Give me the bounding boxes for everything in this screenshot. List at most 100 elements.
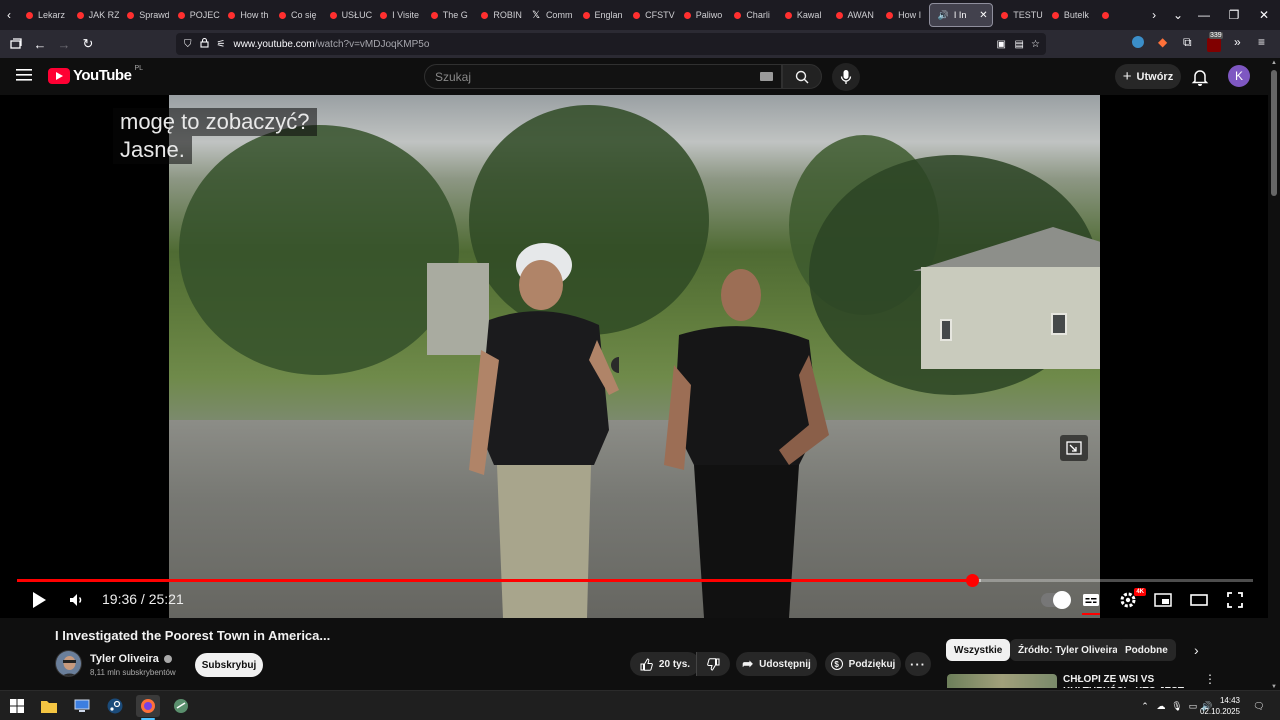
back-icon[interactable]: ← xyxy=(28,32,52,56)
scroll-up-icon[interactable]: ▲ xyxy=(1271,60,1277,66)
pip-page-icon[interactable]: ▣ xyxy=(997,39,1006,50)
minimize-icon[interactable]: — xyxy=(1188,0,1220,30)
thanks-button[interactable]: $ Podziękuj xyxy=(825,652,901,676)
speaker-icon[interactable]: 🔊 xyxy=(938,10,949,21)
system-clock[interactable]: 14:43 02.10.2025 xyxy=(1200,695,1240,717)
browser-tab[interactable]: Co się xyxy=(271,3,321,27)
page-scrollbar[interactable]: ▲ ▼ xyxy=(1268,58,1280,690)
notifications-tray-icon[interactable]: 🗨 xyxy=(1252,699,1266,713)
shield-icon[interactable]: ⛉ xyxy=(184,39,192,50)
extensions-puzzle-icon[interactable]: ⧉ xyxy=(1183,35,1192,50)
tab-active[interactable]: 🔊 I In ✕ xyxy=(928,3,993,27)
guide-menu-icon[interactable] xyxy=(16,68,32,87)
miniplayer-button[interactable] xyxy=(1152,587,1174,613)
keyboard-icon[interactable] xyxy=(760,72,773,81)
permissions-icon[interactable]: ⚟ xyxy=(217,39,226,50)
scrollbar-thumb[interactable] xyxy=(1271,70,1277,196)
hamburger-menu-icon[interactable]: ≡ xyxy=(1258,35,1265,49)
browser-tab[interactable]: Kawal xyxy=(777,3,827,27)
chip-all[interactable]: Wszystkie xyxy=(946,639,1011,661)
view-tabs-icon[interactable] xyxy=(4,32,28,56)
extension-shield-icon[interactable] xyxy=(1132,36,1144,48)
browser-tab[interactable]: CFSTV xyxy=(625,3,675,27)
tab-label: The G xyxy=(442,10,468,20)
youtube-logo[interactable]: YouTube PL xyxy=(48,65,143,84)
lock-icon[interactable] xyxy=(199,37,209,51)
extension-fox-icon[interactable]: ◆ xyxy=(1158,35,1167,49)
video-frame[interactable] xyxy=(169,95,1100,618)
search-button[interactable] xyxy=(782,64,822,89)
browser-tab[interactable]: 𝕏 Comm xyxy=(524,3,574,27)
reader-view-icon[interactable]: ▤ xyxy=(1015,39,1024,50)
url-text[interactable]: www.youtube.com/watch?v=vMDJoqKMP5o xyxy=(233,39,429,50)
share-button[interactable]: ➦ Udostępnij xyxy=(736,652,817,676)
recommendation-thumbnail[interactable] xyxy=(947,674,1057,688)
browser-tab[interactable]: Sprawd xyxy=(119,3,169,27)
onedrive-icon[interactable]: ☁ xyxy=(1154,699,1168,713)
browser-tab[interactable]: Paliwo xyxy=(676,3,726,27)
progress-bar[interactable] xyxy=(17,574,1253,587)
address-bar[interactable]: ⛉ ⚟ www.youtube.com/watch?v=vMDJoqKMP5o … xyxy=(176,33,1046,55)
like-button[interactable]: 20 tys. xyxy=(630,652,700,676)
overflow-menu-icon[interactable]: » xyxy=(1234,35,1241,49)
chip-source[interactable]: Źródło: Tyler Oliveira xyxy=(1010,639,1126,661)
tab-scroll-left-icon[interactable]: ‹ xyxy=(0,8,18,22)
tab-scroll-right-icon[interactable]: › xyxy=(1145,8,1163,22)
notifications-bell-icon[interactable] xyxy=(1190,67,1210,87)
firefox-icon[interactable] xyxy=(136,695,160,717)
ublock-extension-icon[interactable]: 339 xyxy=(1207,32,1223,52)
browser-tab[interactable]: Charli xyxy=(726,3,776,27)
fullscreen-button[interactable] xyxy=(1224,587,1246,613)
browser-tab[interactable]: JAK RZ xyxy=(69,3,119,27)
file-explorer-icon[interactable] xyxy=(37,695,61,717)
browser-tab[interactable]: POJECH xyxy=(170,3,220,27)
subscribe-button[interactable]: Subskrybuj xyxy=(195,653,263,677)
browser-tab[interactable]: AWAN xyxy=(828,3,878,27)
browser-tab[interactable] xyxy=(1094,3,1144,27)
restore-icon[interactable]: ❐ xyxy=(1218,0,1250,30)
create-button[interactable]: + Utwórz xyxy=(1115,64,1181,89)
tray-overflow-icon[interactable]: ⌃ xyxy=(1138,699,1152,713)
browser-tab[interactable]: I Visite xyxy=(372,3,422,27)
close-tab-icon[interactable]: ✕ xyxy=(979,10,987,21)
recommendation-menu-icon[interactable]: ⋮ xyxy=(1204,672,1216,686)
chip-similar[interactable]: Podobne xyxy=(1117,639,1176,661)
bookmark-star-icon[interactable]: ☆ xyxy=(1031,39,1040,50)
miniplayer-expand-icon[interactable] xyxy=(1060,435,1088,461)
list-all-tabs-icon[interactable]: ⌄ xyxy=(1169,8,1187,22)
mute-button[interactable] xyxy=(66,587,88,613)
channel-name[interactable]: Tyler Oliveira xyxy=(90,653,172,665)
theater-mode-button[interactable] xyxy=(1188,587,1210,613)
forward-icon[interactable]: → xyxy=(52,32,76,56)
browser-tab[interactable]: Lekarz xyxy=(18,3,68,27)
reload-icon[interactable]: ↻ xyxy=(76,32,100,56)
steam-icon[interactable] xyxy=(103,695,127,717)
chips-next-icon[interactable]: › xyxy=(1194,642,1199,658)
play-button[interactable] xyxy=(28,587,50,613)
browser-tab[interactable]: USŁUC xyxy=(322,3,372,27)
monitor-app-icon[interactable] xyxy=(70,695,94,717)
settings-button[interactable]: 4K xyxy=(1116,587,1146,613)
browser-tab[interactable]: Englan xyxy=(575,3,625,27)
subtitles-button[interactable] xyxy=(1080,587,1102,615)
browser-tab[interactable]: How th xyxy=(220,3,270,27)
browser-tab[interactable]: ROBIN xyxy=(473,3,523,27)
microphone-tray-icon[interactable]: 🎙 xyxy=(1170,699,1184,713)
search-input[interactable]: Szukaj xyxy=(424,64,782,89)
video-player[interactable]: mogę to zobaczyć? Jasne. 19:36 / 25:21 4… xyxy=(0,95,1268,618)
game-app-icon[interactable] xyxy=(169,695,193,717)
network-icon[interactable]: ▭ xyxy=(1186,699,1200,713)
account-avatar[interactable]: K xyxy=(1228,65,1250,87)
channel-avatar[interactable] xyxy=(55,650,82,677)
close-window-icon[interactable]: ✕ xyxy=(1248,0,1280,30)
more-actions-button[interactable]: ··· xyxy=(905,652,931,676)
browser-tab[interactable]: Butelk xyxy=(1044,3,1094,27)
browser-tab[interactable]: The G xyxy=(423,3,473,27)
windows-start-icon[interactable] xyxy=(5,695,29,717)
recommendation-title[interactable]: CHŁOPI ZE WSI VS KULTURYŚCI - KTO JEST xyxy=(1063,674,1203,688)
dislike-button[interactable] xyxy=(696,652,730,676)
browser-tab[interactable]: How I xyxy=(878,3,928,27)
voice-search-button[interactable] xyxy=(832,63,860,91)
browser-tab[interactable]: TESTU xyxy=(993,3,1043,27)
autoplay-toggle[interactable] xyxy=(1040,587,1071,613)
